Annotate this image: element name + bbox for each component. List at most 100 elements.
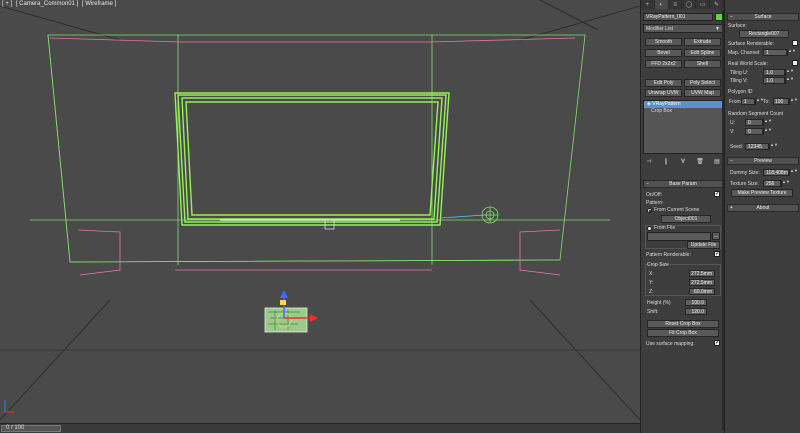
browse-file-button[interactable]: … — [712, 232, 720, 240]
modifier-list-dropdown[interactable]: Modifier List ▼ — [643, 24, 723, 33]
remove-modifier-icon[interactable]: 🗑 — [696, 159, 704, 166]
tab-hierarchy[interactable]: ≡ — [669, 0, 683, 9]
modifier-button-extrude[interactable]: Extrude — [684, 38, 721, 46]
stack-item-crop-box[interactable]: Crop Box — [644, 108, 722, 115]
texture-size-arrows[interactable]: ▲▼ — [781, 180, 790, 187]
command-panel: + ◐ ≡ ◯ ▭ ✎ VRayPattern_001 Modifier Lis… — [640, 0, 724, 433]
random-u-spinner[interactable]: 0 — [745, 119, 763, 126]
crop-x-spinner[interactable]: 272.5mm — [689, 270, 715, 277]
object-name-field[interactable]: VRayPattern_001 — [643, 13, 713, 21]
random-v-arrows[interactable]: ▲▼ — [763, 128, 772, 135]
tab-motion[interactable]: ◯ — [682, 0, 697, 9]
from-file-label: From File — [654, 225, 676, 231]
polygon-from-arrows[interactable]: ▲▼ — [755, 98, 764, 105]
random-v-label: V: — [730, 129, 735, 135]
from-file-radio[interactable] — [647, 226, 652, 231]
make-unique-icon[interactable]: ∀ — [679, 159, 687, 166]
crop-z-spinner[interactable]: 60.0mm — [689, 288, 715, 295]
trim-wireframe — [49, 37, 576, 276]
collapse-icon: − — [730, 14, 733, 20]
chevron-down-icon: ▼ — [715, 26, 720, 32]
camera-target-icon — [439, 206, 499, 224]
crop-y-spinner[interactable]: 272.5mm — [689, 279, 715, 286]
reset-crop-box-button[interactable]: Reset Crop Box — [647, 320, 719, 328]
tab-create[interactable]: + — [641, 0, 655, 9]
seed-spinner[interactable]: 12345 — [745, 143, 769, 150]
stack-item-vraypattern[interactable]: ◈ VRayPattern — [644, 101, 722, 108]
polygon-from-spinner[interactable]: 1 — [741, 98, 755, 105]
lightbulb-icon[interactable]: ◈ — [647, 101, 651, 107]
tab-modify[interactable]: ◐ — [654, 0, 669, 9]
viewport-camera[interactable]: [ Camera_Common01 ] — [16, 1, 78, 7]
viewport-canvas[interactable] — [0, 0, 640, 433]
modifier-button-uvw-map[interactable]: UVW Map — [684, 89, 721, 97]
modifier-button-unwrap-uvw[interactable]: Unwrap UVW — [645, 89, 682, 97]
modifier-button-edit-poly[interactable]: Edit Poly — [645, 79, 682, 87]
onoff-label: On/Off: — [646, 192, 663, 198]
pattern-renderable-label: Pattern Renderable: — [646, 252, 691, 258]
dummy-size-arrows[interactable]: ▲▼ — [789, 169, 798, 176]
polygon-to-spinner[interactable]: 100 — [773, 98, 789, 105]
tiling-u-spinner[interactable]: 1.0 — [763, 69, 785, 76]
surface-renderable-checkbox[interactable] — [792, 40, 798, 46]
from-current-scene-label: From Current Scene — [654, 207, 700, 213]
viewport-menu[interactable]: [ + ] — [2, 1, 12, 7]
random-u-arrows[interactable]: ▲▼ — [763, 119, 772, 126]
use-surface-mapping-label: Use surface mapping: — [646, 341, 695, 347]
room-wireframe — [30, 34, 610, 265]
tiling-v-arrows[interactable]: ▲▼ — [785, 77, 794, 84]
map-channel-arrows[interactable]: ▲▼ — [787, 49, 796, 56]
stack-toolbar: ⊣ ❙ ∀ 🗑 ▤ — [645, 159, 721, 166]
texture-size-spinner[interactable]: 256 — [763, 180, 781, 187]
configure-modifier-sets-icon[interactable]: ▤ — [713, 159, 721, 166]
map-channel-spinner[interactable]: 1 — [763, 49, 787, 56]
fit-crop-box-button[interactable]: Fit Crop Box — [647, 329, 719, 337]
pattern-object-button[interactable]: Object001 — [661, 215, 711, 223]
modifier-button-smooth[interactable]: Smooth — [645, 38, 682, 46]
random-u-label: U: — [730, 120, 735, 126]
shift-spinner[interactable]: 120.0 — [685, 308, 707, 315]
onoff-checkbox[interactable]: ✓ — [714, 191, 720, 197]
seed-arrows[interactable]: ▲▼ — [769, 143, 778, 150]
rollout-surface[interactable]: − Surface — [727, 13, 799, 21]
random-v-spinner[interactable]: 0 — [745, 128, 763, 135]
frame-counter: 0 / 100 — [6, 425, 25, 431]
seed-label: Seed: — [730, 144, 744, 150]
crop-size-label: Crop Size — [647, 262, 669, 268]
modifier-button-edit-spline[interactable]: Edit Spline — [684, 49, 721, 57]
modifier-button-poly-select[interactable]: Poly Select — [684, 79, 721, 87]
file-path-field[interactable] — [647, 232, 711, 241]
modifier-button-shell[interactable]: Shell — [684, 60, 721, 68]
modifier-stack[interactable]: ◈ VRayPattern Crop Box — [643, 100, 723, 154]
polygon-id-label: Polygon ID — [728, 89, 753, 95]
rollout-preview[interactable]: − Preview — [727, 157, 799, 165]
use-surface-mapping-checkbox[interactable]: ✓ — [714, 340, 720, 346]
make-preview-texture-button[interactable]: Make Preview Texture — [731, 189, 793, 197]
height-percent-spinner[interactable]: 100.0 — [685, 299, 707, 306]
viewport-wireframe[interactable]: [ + ] [ Camera_Common01 ] [ Wireframe ] … — [0, 0, 640, 433]
polygon-to-arrows[interactable]: ▲▼ — [789, 98, 798, 105]
random-segment-count-label: Random Segment Count — [728, 111, 784, 117]
modifier-button-ffd[interactable]: FFD 2x2x2 — [645, 60, 682, 68]
modifier-button-bevel[interactable]: Bevel — [645, 49, 682, 57]
surface-object-button[interactable]: Rectangle007 — [739, 30, 789, 38]
viewport-label[interactable]: [ + ] [ Camera_Common01 ] [ Wireframe ] — [2, 1, 118, 7]
tiling-v-spinner[interactable]: 1.0 — [763, 77, 785, 84]
tab-utilities[interactable]: ✎ — [710, 0, 724, 9]
real-world-scale-label: Real World Scale: — [728, 61, 768, 67]
pin-icon[interactable]: ⊣ — [645, 159, 653, 166]
rollout-base-param[interactable]: − Base Param — [643, 180, 723, 188]
tiling-u-label: Tiling U: — [730, 70, 749, 76]
rollout-about[interactable]: + About — [727, 204, 799, 212]
tab-display[interactable]: ▭ — [696, 0, 711, 9]
time-slider[interactable]: 0 / 100 — [0, 423, 640, 433]
from-current-scene-radio[interactable] — [647, 208, 652, 213]
show-end-result-icon[interactable]: ❙ — [662, 159, 670, 166]
update-file-button[interactable]: Update File — [687, 241, 720, 249]
expand-icon: + — [730, 205, 733, 211]
dummy-size-spinner[interactable]: 118.408m — [763, 169, 789, 176]
real-world-scale-checkbox[interactable] — [792, 60, 798, 66]
viewport-shading[interactable]: [ Wireframe ] — [82, 1, 116, 7]
tiling-u-arrows[interactable]: ▲▼ — [785, 69, 794, 76]
pattern-renderable-checkbox[interactable]: ✓ — [714, 251, 720, 257]
